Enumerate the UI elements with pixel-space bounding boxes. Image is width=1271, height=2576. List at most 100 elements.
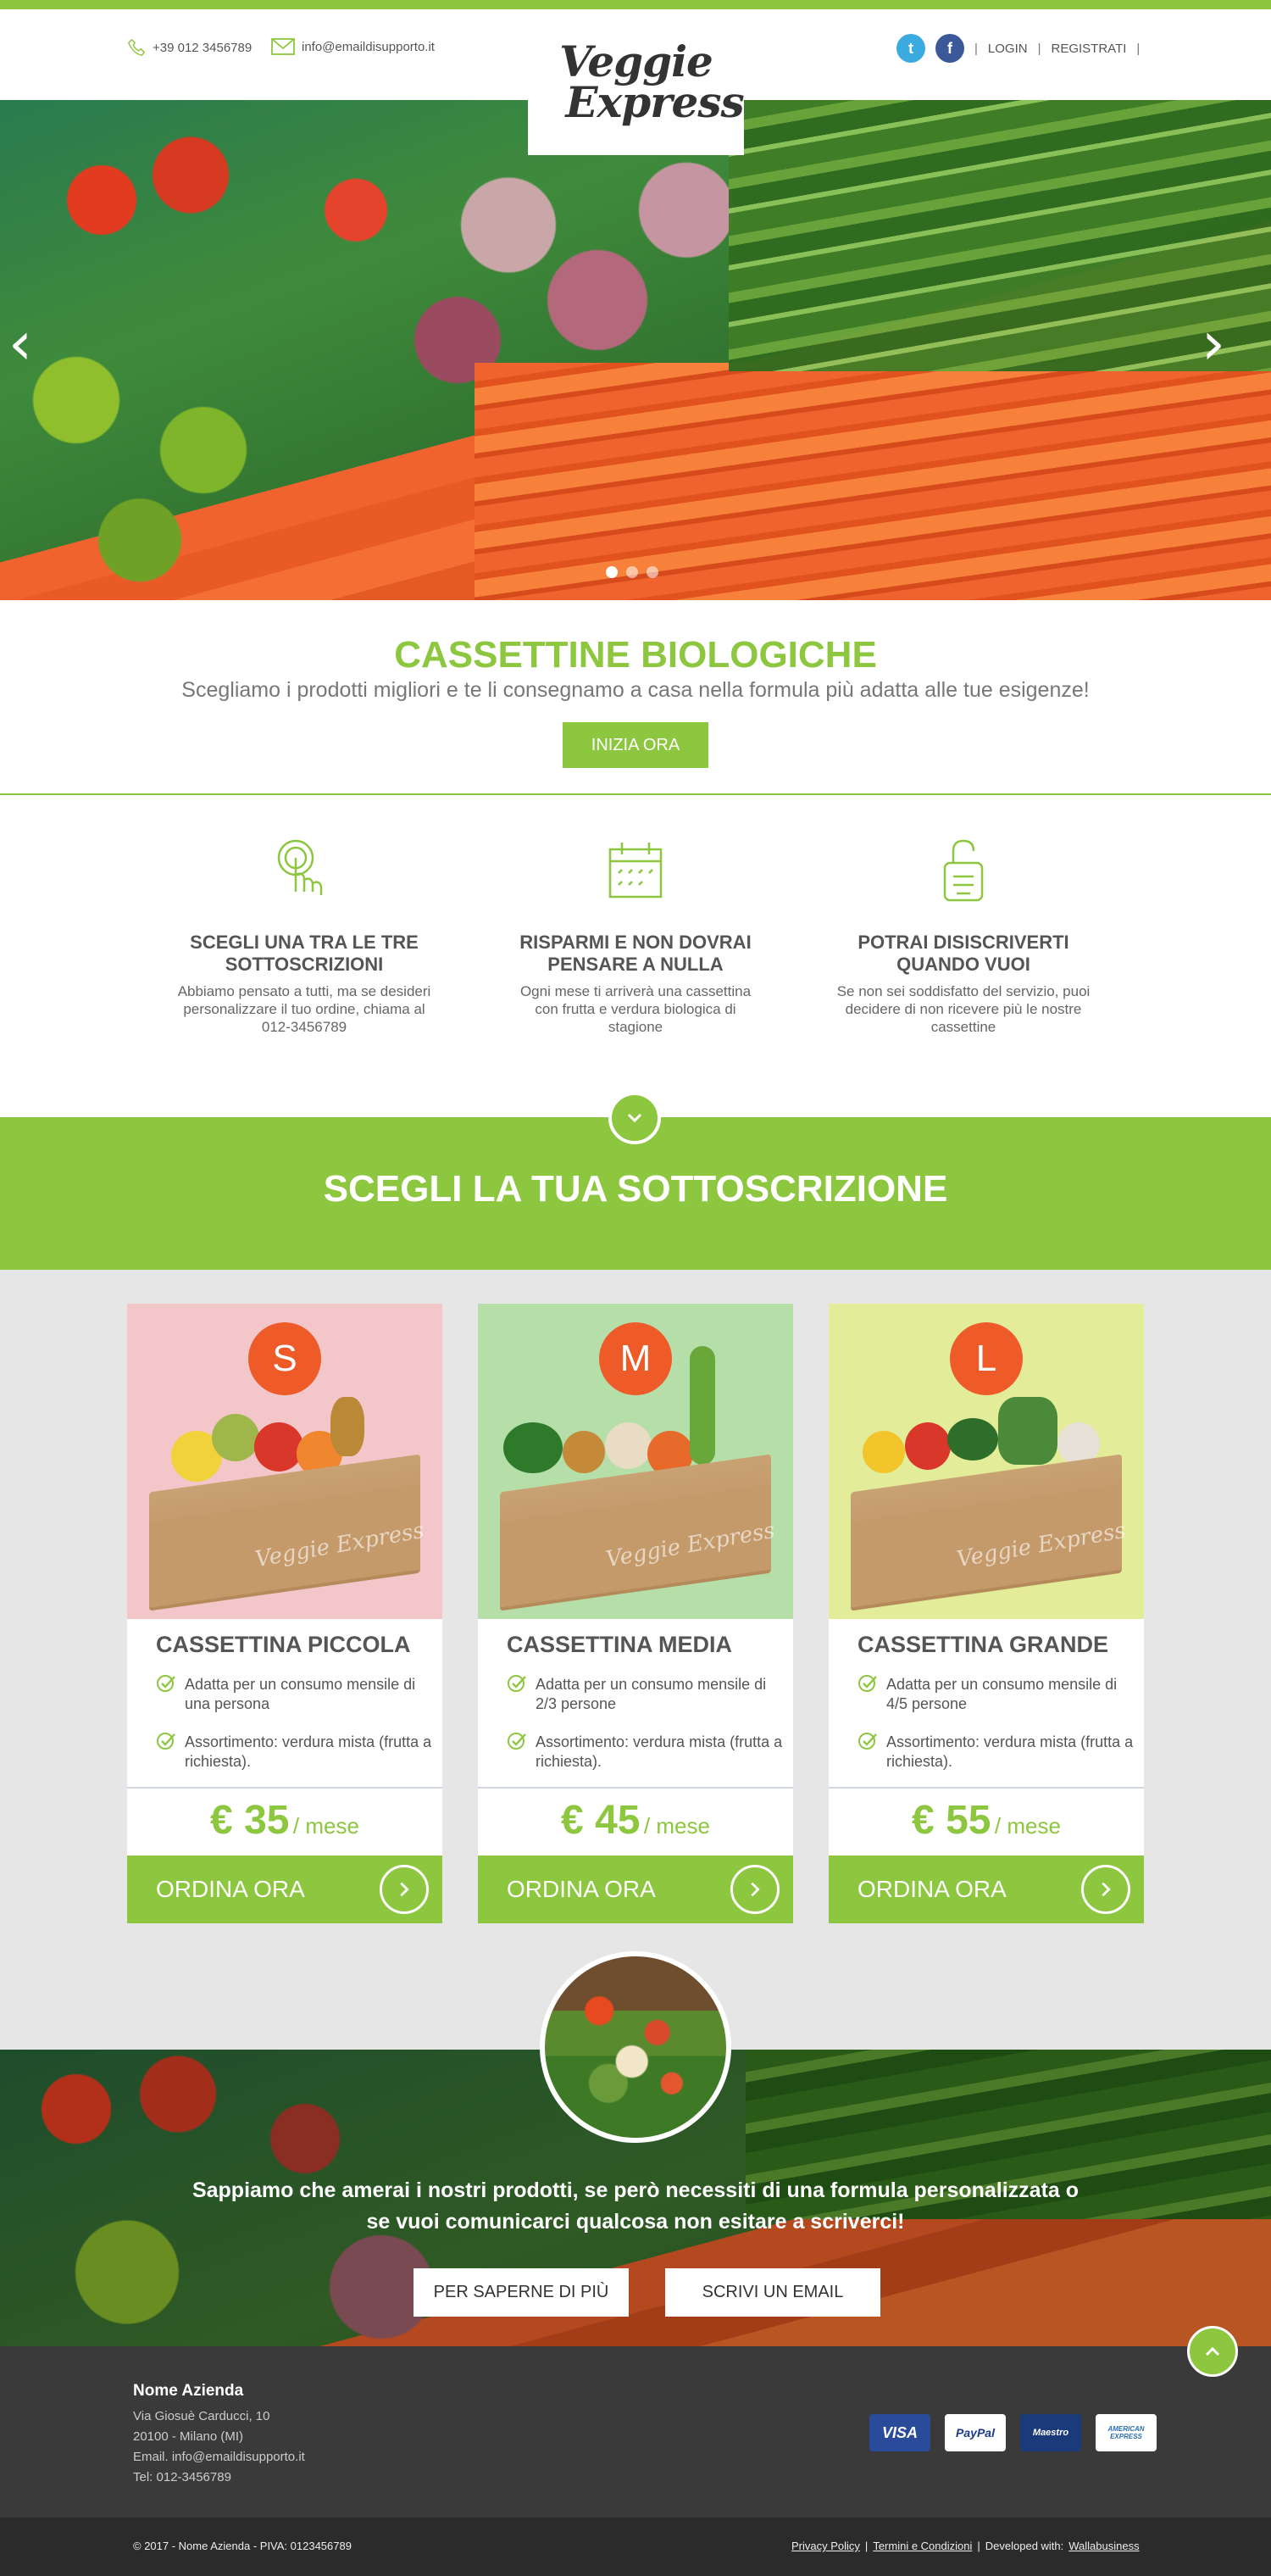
price-period: / mese (643, 1813, 710, 1839)
plan-price: € 55 / mese (829, 1797, 1144, 1844)
learn-more-button[interactable]: PER SAPERNE DI PIÙ (413, 2268, 629, 2317)
price-period: / mese (292, 1813, 359, 1839)
facebook-icon[interactable]: f (935, 34, 964, 63)
footer-address-line: Via Giosuè Carducci, 10 (133, 2409, 270, 2423)
nav-separator: | (1136, 41, 1141, 56)
feature-text: Se non sei soddisfatto del servizio, puo… (836, 983, 1091, 1035)
plan-title: CASSETTINA PICCOLA (156, 1632, 411, 1657)
plan-feature-text: Adatta per un consumo mensile di 4/5 per… (886, 1676, 1118, 1712)
feature-title: RISPARMI E NON DOVRAI PENSARE A NULLA (519, 932, 752, 975)
order-button-label: ORDINA ORA (507, 1876, 656, 1902)
scroll-to-top-icon[interactable] (1187, 2326, 1238, 2377)
developed-with-label: Developed with: (985, 2540, 1064, 2552)
feature-text: Ogni mese ti arriverà una cassettina con… (519, 983, 752, 1035)
chevron-right-icon (380, 1865, 429, 1914)
check-icon (157, 1675, 175, 1692)
terms-link[interactable]: Termini e Condizioni (873, 2540, 972, 2552)
intro-subtitle: Scegliamo i prodotti migliori e te li co… (181, 678, 1090, 702)
price-amount: € 45 (561, 1798, 641, 1843)
email-address: info@emaildisupporto.it (302, 39, 435, 54)
calendar-icon (608, 843, 663, 899)
logo-text-line1: Veggie (559, 36, 713, 86)
nav-separator: | (974, 41, 978, 56)
feature-text: Abbiamo pensato a tutti, ma se desideri … (177, 983, 431, 1035)
footer-address-line: 20100 - Milano (MI) (133, 2429, 244, 2444)
size-badge: S (248, 1322, 321, 1395)
mail-icon (271, 38, 295, 55)
size-badge: M (599, 1322, 672, 1395)
plan-feature: Assortimento: verdura mista (frutta a ri… (858, 1733, 1137, 1772)
plan-title: CASSETTINA MEDIA (507, 1632, 733, 1657)
plan-feature-text: Adatta per un consumo mensile di 2/3 per… (536, 1676, 767, 1712)
order-button-label: ORDINA ORA (156, 1876, 305, 1902)
order-button[interactable]: ORDINA ORA (478, 1855, 793, 1923)
order-button[interactable]: ORDINA ORA (127, 1855, 442, 1923)
plan-card-large: L Veggie Express CASSETTINA GRANDE Adatt… (829, 1304, 1144, 1923)
footer-phone: Tel: 012-3456789 (133, 2470, 231, 2484)
plan-feature-text: Adatta per un consumo mensile di una per… (185, 1676, 416, 1712)
slider-dot[interactable] (647, 566, 658, 578)
unlock-icon (943, 839, 984, 902)
plan-feature: Adatta per un consumo mensile di una per… (156, 1675, 436, 1714)
check-icon (858, 1675, 877, 1692)
maestro-icon: Maestro (1020, 2414, 1081, 2451)
feature-unsubscribe: POTRAI DISISCRIVERTI QUANDO VUOI Se non … (836, 839, 1091, 1036)
vegetable-basket-photo (540, 1951, 731, 2143)
slider-dot[interactable] (626, 566, 638, 578)
slider-next-arrow-icon[interactable]: › (1202, 314, 1225, 373)
feature-save: RISPARMI E NON DOVRAI PENSARE A NULLA Og… (508, 839, 763, 1036)
check-icon (508, 1675, 526, 1692)
plan-feature: Assortimento: verdura mista (frutta a ri… (507, 1733, 786, 1772)
paypal-icon: PayPal (945, 2414, 1006, 2451)
plan-feature-text: Assortimento: verdura mista (frutta a ri… (185, 1733, 432, 1770)
chevron-right-icon (730, 1865, 780, 1914)
intro-title: CASSETTINE BIOLOGICHE (394, 634, 877, 676)
plan-card-small: S Veggie Express CASSETTINA PICCOLA Adat… (127, 1304, 442, 1923)
touch-icon (277, 839, 323, 895)
slider-dots (606, 566, 658, 578)
header-phone[interactable]: +39 012 3456789 (127, 38, 252, 57)
subscription-title: SCEGLI LA TUA SOTTOSCRIZIONE (323, 1168, 948, 1210)
plan-price: € 45 / mese (478, 1797, 793, 1844)
write-email-button[interactable]: SCRIVI UN EMAIL (665, 2268, 880, 2317)
slider-dot[interactable] (606, 566, 618, 578)
card-divider (829, 1787, 1144, 1789)
contact-text: Sappiamo che amerai i nostri prodotti, s… (191, 2178, 1080, 2234)
plan-image: M Veggie Express (478, 1304, 793, 1619)
copyright: © 2017 - Nome Azienda - PIVA: 0123456789 (133, 2540, 352, 2552)
order-button[interactable]: ORDINA ORA (829, 1855, 1144, 1923)
price-amount: € 35 (210, 1798, 290, 1843)
plan-title: CASSETTINA GRANDE (858, 1632, 1109, 1657)
section-divider (0, 793, 1271, 795)
check-icon (508, 1733, 526, 1750)
chevron-down-icon[interactable] (608, 1092, 661, 1144)
payment-methods: VISA PayPal Maestro AMERICAN EXPRESS (869, 2414, 1157, 2451)
plan-feature: Adatta per un consumo mensile di 4/5 per… (858, 1675, 1137, 1714)
register-link[interactable]: REGISTRATI (1052, 42, 1127, 56)
plan-price: € 35 / mese (127, 1797, 442, 1844)
privacy-policy-link[interactable]: Privacy Policy (791, 2540, 860, 2552)
size-badge: L (950, 1322, 1023, 1395)
plan-feature-text: Assortimento: verdura mista (frutta a ri… (886, 1733, 1134, 1770)
login-link[interactable]: LOGIN (988, 42, 1028, 56)
plan-feature: Adatta per un consumo mensile di 2/3 per… (507, 1675, 786, 1714)
twitter-icon[interactable]: t (896, 34, 925, 63)
feature-title: SCEGLI UNA TRA LE TRE SOTTOSCRIZIONI (190, 932, 419, 975)
header-email[interactable]: info@emaildisupporto.it (271, 38, 435, 55)
plan-image: L Veggie Express (829, 1304, 1144, 1619)
card-divider (127, 1787, 442, 1789)
order-button-label: ORDINA ORA (858, 1876, 1007, 1902)
feature-choose: SCEGLI UNA TRA LE TRE SOTTOSCRIZIONI Abb… (177, 839, 431, 1036)
phone-number: +39 012 3456789 (153, 40, 253, 55)
slider-prev-arrow-icon[interactable]: ‹ (8, 314, 32, 373)
developer-link[interactable]: Wallabusiness (1068, 2540, 1139, 2552)
price-amount: € 55 (912, 1798, 991, 1843)
amex-icon: AMERICAN EXPRESS (1096, 2414, 1157, 2451)
plan-feature-text: Assortimento: verdura mista (frutta a ri… (536, 1733, 783, 1770)
plan-card-medium: M Veggie Express CASSETTINA MEDIA Adatta… (478, 1304, 793, 1923)
footer-email: Email. info@emaildisupporto.it (133, 2450, 305, 2464)
start-now-button[interactable]: INIZIA ORA (563, 722, 708, 768)
footer-links: Privacy Policy | Termini e Condizioni | … (791, 2540, 1140, 2552)
feature-title: POTRAI DISISCRIVERTI QUANDO VUOI (858, 932, 1069, 975)
logo[interactable]: Veggie Express (528, 9, 745, 155)
